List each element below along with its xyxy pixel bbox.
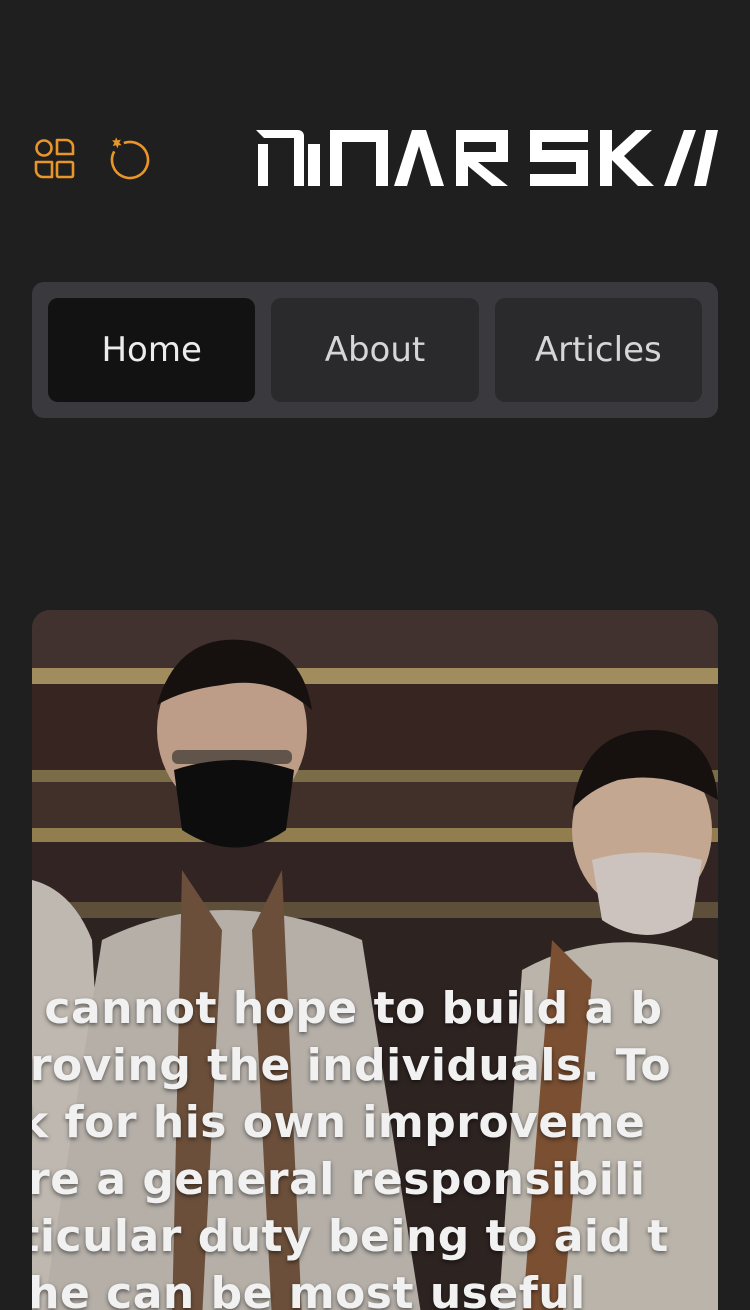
quote-line: m he can be most useful bbox=[32, 1268, 586, 1310]
tab-home[interactable]: Home bbox=[48, 298, 256, 402]
quote-line: ou cannot hope to build a b bbox=[32, 983, 663, 1034]
app-header bbox=[0, 0, 750, 260]
tab-articles[interactable]: Articles bbox=[494, 298, 702, 402]
hero-image: ou cannot hope to build a b nproving the… bbox=[32, 610, 718, 1310]
tab-about[interactable]: About bbox=[271, 298, 479, 402]
main-nav: Home About Articles bbox=[32, 282, 718, 418]
hero-quote: ou cannot hope to build a b nproving the… bbox=[32, 980, 718, 1310]
refresh-icon[interactable] bbox=[106, 134, 154, 182]
quote-line: nproving the individuals. To bbox=[32, 1040, 672, 1091]
quote-line: ork for his own improveme bbox=[32, 1097, 646, 1148]
apps-icon[interactable] bbox=[30, 134, 78, 182]
quote-line: articular duty being to aid t bbox=[32, 1211, 669, 1262]
quote-line: hare a general responsibili bbox=[32, 1154, 646, 1205]
brand-logo[interactable] bbox=[244, 122, 720, 192]
